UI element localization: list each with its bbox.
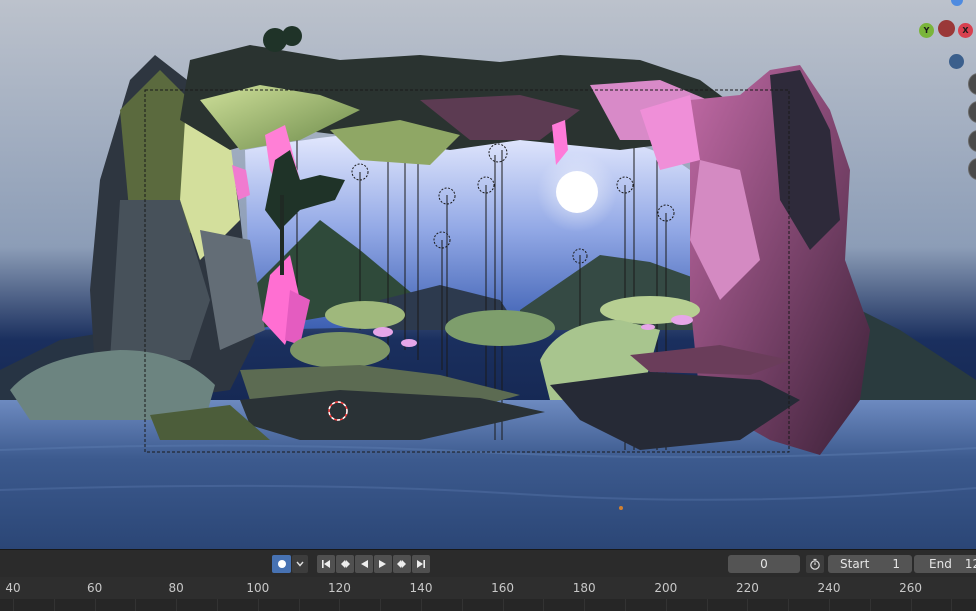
jump-to-start-button[interactable] (317, 555, 335, 573)
frame-gridline (951, 599, 953, 611)
current-frame-field[interactable]: 0 (728, 555, 800, 573)
3d-viewport[interactable]: Y X (0, 0, 976, 549)
jump-prev-keyframe-button[interactable] (336, 555, 354, 573)
frame-gridline (339, 599, 341, 611)
end-label: End (929, 557, 952, 571)
gizmo-x-label: X (962, 26, 969, 35)
start-value: 1 (892, 557, 900, 571)
frame-gridline (94, 599, 96, 611)
ruler-tick-label: 60 (86, 581, 103, 595)
end-frame-field[interactable]: End 12 (914, 555, 976, 573)
current-frame-value: 0 (760, 557, 768, 571)
play-button[interactable] (374, 555, 392, 573)
frame-gridline (788, 599, 790, 611)
frame-gridline (910, 599, 912, 611)
ruler-tick-label: 200 (654, 581, 678, 595)
frame-gridline (217, 599, 218, 611)
frame-gridline (584, 599, 586, 611)
cave-scene-render (0, 0, 976, 549)
ruler-tick-label: 160 (491, 581, 515, 595)
jump-next-keyframe-button[interactable] (393, 555, 411, 573)
start-frame-field[interactable]: Start 1 (828, 555, 912, 573)
auto-keying-button[interactable] (272, 555, 291, 573)
frame-gridline (543, 599, 545, 611)
start-label: Start (840, 557, 870, 571)
frame-gridline (380, 599, 382, 611)
frame-gridline (665, 599, 667, 611)
jump-start-icon (322, 560, 330, 568)
stopwatch-icon (810, 558, 820, 570)
frame-gridline (625, 599, 626, 611)
timeline-track-area[interactable] (0, 599, 976, 611)
moon (556, 171, 598, 213)
ruler-tick-label: 240 (817, 581, 841, 595)
ruler-tick-label: 140 (409, 581, 433, 595)
gizmo-neg-x-icon[interactable] (938, 20, 955, 37)
record-icon (277, 560, 286, 568)
jump-to-end-button[interactable] (412, 555, 430, 573)
ruler-tick-label: 180 (572, 581, 596, 595)
ruler-tick-label: 100 (246, 581, 270, 595)
frame-gridline (176, 599, 178, 611)
frame-gridline (829, 599, 830, 611)
use-preview-range-button[interactable] (806, 555, 824, 573)
frame-gridline (135, 599, 137, 611)
play-reverse-button[interactable] (355, 555, 373, 573)
gizmo-y-label: Y (923, 26, 930, 35)
end-value: 12 (964, 557, 976, 571)
gizmo-neg-z-icon[interactable] (949, 54, 964, 69)
play-reverse-icon (361, 560, 368, 568)
frame-gridline (502, 599, 504, 611)
frame-gridline (869, 599, 871, 611)
frame-gridline (298, 599, 300, 611)
prev-keyframe-icon (341, 560, 350, 568)
play-icon (379, 560, 386, 568)
gizmo-y-axis-icon[interactable]: Y (919, 23, 934, 38)
frame-gridline (257, 599, 259, 611)
frame-ruler[interactable]: 40 60 80 100 120 140 160 180 200 220 240 260 (0, 577, 976, 599)
chevron-down-icon (296, 561, 304, 567)
ruler-tick-label: 260 (899, 581, 923, 595)
jump-end-icon (417, 560, 425, 568)
frame-gridline (421, 599, 422, 611)
ruler-tick-label: 220 (735, 581, 759, 595)
frame-gridline (706, 599, 708, 611)
next-keyframe-icon (397, 560, 406, 568)
timeline-header: 0 Start 1 End 12 (0, 549, 976, 578)
ruler-tick-label: 80 (168, 581, 184, 595)
keying-options-dropdown[interactable] (292, 555, 308, 573)
ruler-tick-label: 120 (327, 581, 351, 595)
frame-gridline (461, 599, 463, 611)
frame-gridline (13, 599, 14, 611)
frame-gridline (53, 599, 55, 611)
gizmo-x-axis-icon[interactable]: X (958, 23, 973, 38)
frame-gridline (747, 599, 749, 611)
ruler-tick-label: 40 (5, 581, 21, 595)
